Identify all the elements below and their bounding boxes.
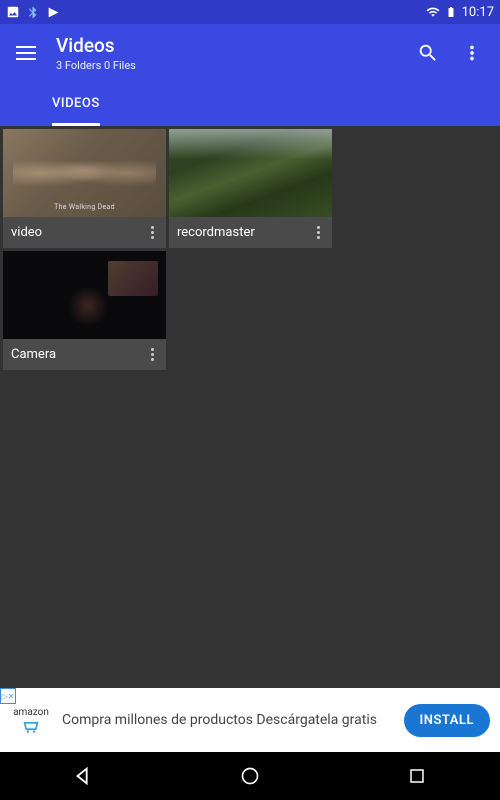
folder-more-button[interactable] (310, 226, 326, 239)
bluetooth-icon (26, 5, 40, 19)
page-title: Videos (56, 34, 396, 57)
folder-card[interactable]: Camera (3, 251, 166, 370)
tab-videos[interactable]: VIDEOS (52, 84, 100, 126)
ad-text: Compra millones de productos Descárgatel… (62, 711, 394, 729)
menu-button[interactable] (16, 46, 36, 60)
play-store-icon (46, 5, 60, 19)
folder-thumbnail (3, 251, 166, 339)
folder-thumbnail (3, 129, 166, 217)
tab-row: VIDEOS (16, 84, 484, 126)
ad-info-badge[interactable]: ▷✕ (0, 688, 16, 704)
navigation-bar (0, 752, 500, 800)
search-button[interactable] (416, 41, 440, 65)
status-time: 10:17 (462, 5, 494, 20)
folder-card[interactable]: recordmaster (169, 129, 332, 248)
page-subtitle: 3 Folders 0 Files (56, 59, 396, 72)
home-button[interactable] (238, 764, 262, 788)
ad-install-button[interactable]: INSTALL (404, 704, 490, 737)
ad-brand-text: amazon (13, 707, 49, 718)
ad-brand-logo: amazon (10, 707, 52, 734)
folder-more-button[interactable] (144, 348, 160, 361)
app-bar: Videos 3 Folders 0 Files VIDEOS (0, 24, 500, 126)
folder-more-button[interactable] (144, 226, 160, 239)
folder-grid: video recordmaster Camera (0, 126, 500, 688)
back-button[interactable] (71, 764, 95, 788)
folder-name: video (11, 225, 144, 240)
overflow-menu-button[interactable] (460, 41, 484, 65)
ad-banner[interactable]: amazon Compra millones de productos Desc… (0, 688, 500, 752)
folder-thumbnail (169, 129, 332, 217)
folder-card[interactable]: video (3, 129, 166, 248)
folder-name: Camera (11, 347, 144, 362)
recents-button[interactable] (405, 764, 429, 788)
image-icon (6, 5, 20, 19)
status-bar: 10:17 (0, 0, 500, 24)
wifi-icon (426, 5, 440, 19)
battery-icon (444, 5, 458, 19)
folder-name: recordmaster (177, 225, 310, 240)
title-block: Videos 3 Folders 0 Files (56, 34, 396, 72)
